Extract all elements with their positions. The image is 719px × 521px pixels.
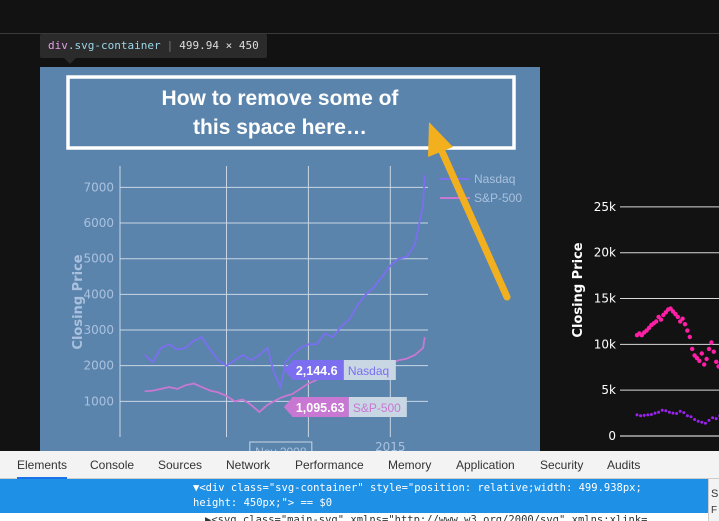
hover-name: Nasdaq bbox=[348, 364, 389, 378]
styles-pane-letter: S bbox=[711, 488, 719, 500]
screenshot-stage: div.svg-container | 499.94 × 450 7000 6000 5… bbox=[0, 0, 719, 521]
right-data-point bbox=[700, 420, 704, 424]
right-data-point bbox=[685, 328, 690, 333]
selected-node-line-1: ▼<div class="svg-container" style="posit… bbox=[193, 482, 642, 494]
right-data-point bbox=[682, 322, 688, 327]
tooltip-arrow bbox=[64, 58, 76, 64]
right-y-tick-label: 5k bbox=[601, 383, 616, 397]
selected-node-line-2: height: 450px;"> == $0 bbox=[193, 497, 333, 509]
tooltip-size: 499.94 × 450 bbox=[179, 39, 259, 52]
right-data-point bbox=[707, 418, 711, 422]
right-data-point bbox=[654, 319, 659, 324]
right-y-tick-labels: 25k 20k 15k 10k 5k 0 bbox=[594, 200, 616, 443]
right-data-point bbox=[689, 415, 693, 419]
right-y-tick-label: 10k bbox=[594, 337, 616, 351]
right-data-point bbox=[642, 413, 646, 417]
styles-pane-edge: S F bbox=[708, 479, 719, 521]
right-data-point bbox=[687, 334, 692, 340]
right-data-point bbox=[714, 417, 718, 421]
hover-label: 2,144.6 Nasdaq bbox=[283, 360, 396, 380]
y-tick-label: 5000 bbox=[83, 252, 114, 266]
tab-console[interactable]: Console bbox=[90, 451, 134, 479]
right-data-point bbox=[658, 317, 664, 322]
hover-value: 1,095.63 bbox=[296, 401, 345, 415]
annotation-line-2: this space here… bbox=[193, 116, 367, 139]
right-data-point bbox=[706, 346, 712, 352]
right-chart-grid bbox=[620, 206, 719, 437]
tab-performance[interactable]: Performance bbox=[295, 451, 364, 479]
legend-label: Nasdaq bbox=[474, 172, 515, 186]
right-data-point bbox=[696, 419, 700, 423]
right-data-point bbox=[703, 421, 707, 425]
dom-node-svg[interactable]: ▶<svg class="main-svg" xmlns="http://www… bbox=[0, 513, 708, 521]
devtools-panel: Elements Console Sources Network Perform… bbox=[0, 451, 719, 521]
right-data-point bbox=[653, 411, 657, 415]
selected-dom-node[interactable]: ▼<div class="svg-container" style="posit… bbox=[0, 479, 708, 513]
y-tick-label: 2000 bbox=[83, 359, 114, 373]
x-tick-labels: 2015 bbox=[375, 440, 406, 451]
right-chart-series bbox=[634, 306, 719, 425]
main-chart: 7000 6000 5000 4000 3000 2000 1000 2015 Closin… bbox=[40, 67, 540, 451]
tab-application[interactable]: Application bbox=[456, 451, 515, 479]
right-data-point bbox=[649, 413, 653, 416]
right-chart: 25k 20k 15k 10k 5k 0 Closing Price bbox=[571, 200, 719, 443]
right-data-point bbox=[664, 409, 668, 413]
right-data-point bbox=[693, 418, 697, 421]
right-data-point bbox=[657, 410, 661, 414]
tooltip-class: .svg-container bbox=[67, 39, 161, 52]
y-tick-label: 6000 bbox=[83, 216, 114, 230]
right-y-axis-title: Closing Price bbox=[571, 242, 586, 337]
right-data-point bbox=[699, 351, 704, 356]
y-axis-title: Closing Price bbox=[71, 254, 86, 349]
right-data-point bbox=[675, 314, 680, 320]
x-tick-label: 2015 bbox=[375, 440, 406, 451]
hover-name: S&P-500 bbox=[353, 401, 401, 415]
right-data-point bbox=[714, 359, 719, 364]
right-data-point bbox=[646, 413, 650, 417]
right-y-tick-label: 15k bbox=[594, 292, 616, 306]
styles-pane-letter-2: F bbox=[711, 505, 718, 513]
right-data-point bbox=[704, 356, 709, 362]
tab-network[interactable]: Network bbox=[226, 451, 270, 479]
annotation-line-1: How to remove some of bbox=[162, 87, 400, 110]
right-data-point bbox=[682, 411, 686, 415]
right-data-point bbox=[680, 316, 685, 321]
right-y-tick-label: 25k bbox=[594, 200, 616, 214]
tab-memory[interactable]: Memory bbox=[388, 451, 431, 479]
right-data-point bbox=[639, 414, 643, 418]
tab-security[interactable]: Security bbox=[540, 451, 583, 479]
y-tick-label: 1000 bbox=[83, 394, 114, 408]
y-tick-label: 4000 bbox=[83, 287, 114, 301]
right-data-point bbox=[697, 358, 702, 364]
tab-sources[interactable]: Sources bbox=[158, 451, 202, 479]
right-data-point bbox=[660, 408, 664, 412]
right-y-tick-label: 0 bbox=[608, 429, 616, 443]
tab-audits[interactable]: Audits bbox=[607, 451, 640, 479]
right-data-point bbox=[709, 340, 714, 345]
right-data-point bbox=[685, 414, 689, 418]
devtools-tab-bar: Elements Console Sources Network Perform… bbox=[0, 451, 719, 479]
y-tick-label: 7000 bbox=[83, 180, 114, 194]
tab-elements[interactable]: Elements bbox=[17, 451, 68, 479]
right-data-point bbox=[671, 411, 675, 415]
right-data-point bbox=[678, 409, 682, 413]
inspector-tooltip: div.svg-container | 499.94 × 450 bbox=[40, 34, 267, 58]
right-data-point bbox=[690, 346, 695, 352]
tooltip-tag: div bbox=[48, 39, 68, 52]
right-data-point bbox=[635, 413, 639, 417]
right-data-point bbox=[702, 362, 707, 367]
right-data-point bbox=[667, 410, 671, 414]
right-data-point bbox=[675, 412, 679, 415]
right-data-point bbox=[711, 349, 716, 354]
y-tick-label: 3000 bbox=[83, 323, 114, 337]
right-data-point bbox=[711, 416, 715, 420]
right-y-tick-label: 20k bbox=[594, 246, 616, 260]
legend-label: S&P-500 bbox=[474, 191, 522, 205]
hover-value: 2,144.6 bbox=[296, 364, 338, 378]
hover-label: 1,095.63 S&P-500 bbox=[283, 397, 407, 417]
